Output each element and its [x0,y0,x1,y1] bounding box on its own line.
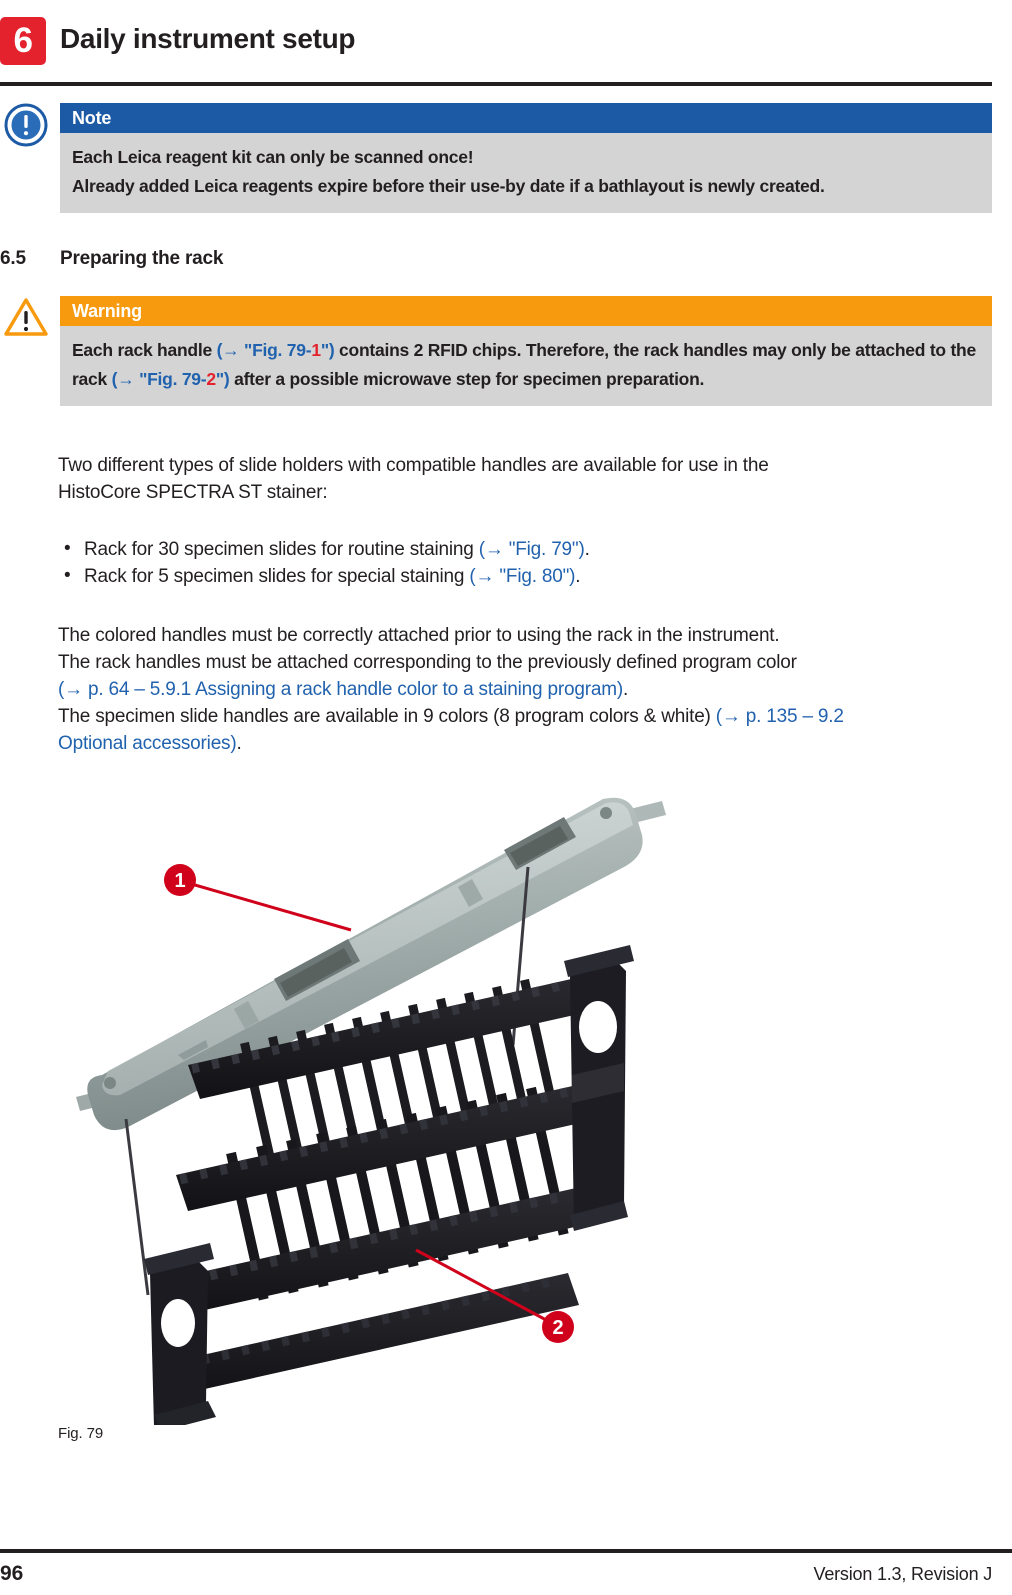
colors-xref-9-2-open[interactable]: (→ p. 135 – 9.2 [716,706,844,727]
colors-line-2: The rack handles must be attached corres… [58,652,797,673]
colors-line-4: The specimen slide handles are available… [58,703,958,730]
bullet-2-suffix: . [575,566,581,587]
rack-type-list: Rack for 30 specimen slides for routine … [58,535,938,590]
warning-xref-2-close[interactable]: ") [216,369,230,389]
handle-colors-paragraph: The colored handles must be correctly at… [58,622,958,757]
colors-xref-5-9-1[interactable]: (→ p. 64 – 5.9.1 Assigning a rack handle… [58,679,623,700]
colors-line-3-suffix: . [622,679,629,700]
warning-header-label: Warning [60,296,992,326]
warning-text: Each rack handle (→ "Fig. 79-1") contain… [72,336,980,394]
warning-text-part-1: Each rack handle [72,340,217,360]
warning-triangle-icon [4,296,48,340]
warning-xref-1-close[interactable]: ") [321,340,335,360]
chapter-number-badge: 6 [0,17,46,65]
colors-line-1: The colored handles must be correctly at… [58,625,780,646]
bullet-1-xref[interactable]: (→ "Fig. 79") [479,539,585,560]
warning-body: Warning Each rack handle (→ "Fig. 79-1")… [60,296,992,406]
svg-text:1: 1 [174,870,185,892]
section-number: 6.5 [0,248,26,269]
warning-text-part-3: after a possible microwave step for spec… [229,369,705,389]
rack-and-handle-illustration: 1 2 [76,797,666,1425]
page-title: Daily instrument setup [60,23,356,54]
list-item: Rack for 30 specimen slides for routine … [58,535,938,563]
list-item: Rack for 5 specimen slides for special s… [58,562,938,590]
note-body: Note Each Leica reagent kit can only be … [60,103,992,213]
note-content: Each Leica reagent kit can only be scann… [60,133,992,213]
bullet-1-suffix: . [584,539,590,560]
bullet-1-text: Rack for 30 specimen slides for routine … [84,539,479,560]
intro-line-1: Two different types of slide holders wit… [58,455,769,476]
note-line-2: Already added Leica reagents expire befo… [72,176,825,196]
footer-version-text: Version 1.3, Revision J [813,1564,993,1584]
warning-xref-2-open[interactable]: (→ "Fig. 79- [112,369,207,389]
svg-text:2: 2 [552,1317,563,1339]
section-title: Preparing the rack [60,248,224,269]
bullet-2-xref[interactable]: (→ "Fig. 80") [469,566,575,587]
callout-1: 1 [164,864,352,932]
colors-line-4-text: The specimen slide handles are available… [58,706,716,727]
note-line-1: Each Leica reagent kit can only be scann… [72,147,474,167]
bullet-2-text: Rack for 5 specimen slides for special s… [84,566,470,587]
figure-79-image: 1 2 [58,775,698,1425]
figure-caption: Fig. 79 [58,1425,104,1442]
colors-line-3: (→ p. 64 – 5.9.1 Assigning a rack handle… [58,676,958,703]
intro-line-2: HistoCore SPECTRA ST stainer: [58,482,328,503]
section-heading: 6.5 Preparing the rack [0,248,900,274]
warning-content: Each rack handle (→ "Fig. 79-1") contain… [60,326,992,406]
colors-line-5-suffix: . [236,733,242,754]
note-header-label: Note [60,103,992,133]
rack-end-plate-right [564,945,634,1231]
document-page: 6 Daily instrument setup Note Each Leica… [0,0,1012,1595]
info-circle-icon [4,103,48,147]
colors-line-5: Optional accessories). [58,730,958,757]
page-header: 6 Daily instrument setup [0,8,1012,86]
footer-divider [0,1549,1012,1553]
rack-end-plate-left [144,1243,214,1425]
intro-paragraph: Two different types of slide holders wit… [58,452,938,506]
warning-xref-1-number[interactable]: 1 [311,340,321,360]
footer-page-number: 96 [0,1562,24,1585]
warning-xref-2-number[interactable]: 2 [206,369,216,389]
warning-xref-1-open[interactable]: (→ "Fig. 79- [217,340,312,360]
header-divider [0,82,992,86]
colors-xref-9-2-close[interactable]: Optional accessories) [58,733,237,754]
